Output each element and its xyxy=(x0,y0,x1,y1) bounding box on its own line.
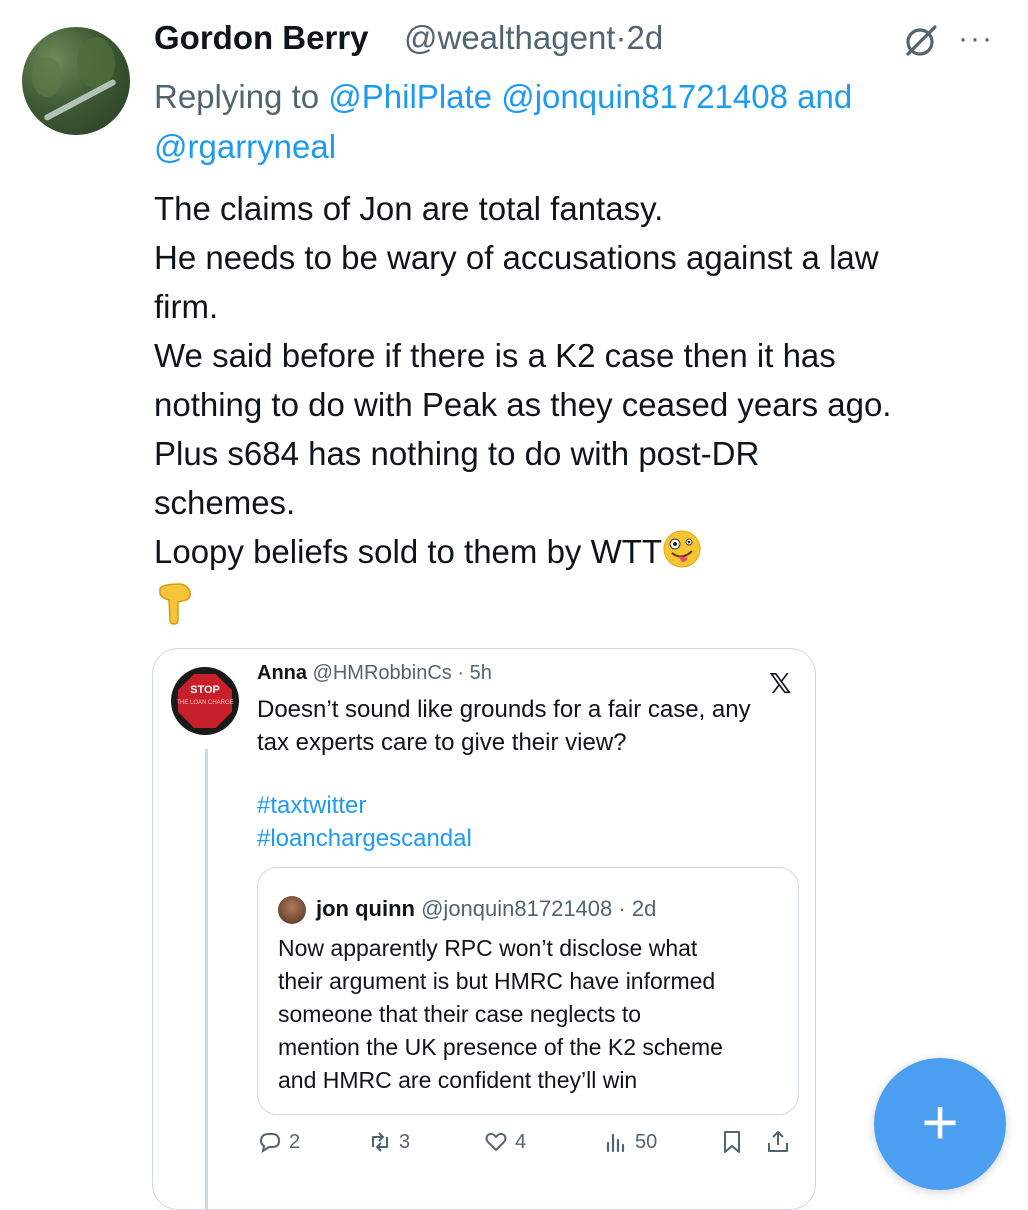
repost-icon xyxy=(372,1132,388,1152)
tweet-text: The claims of Jon are total fantasy. He … xyxy=(154,190,892,570)
mention-link[interactable]: @jonquin81721408 xyxy=(501,78,788,115)
like-button[interactable]: 4 xyxy=(483,1129,526,1155)
nested-header: jon quinn @jonquin81721408 · 2d xyxy=(316,896,657,921)
nested-handle[interactable]: @jonquin81721408 xyxy=(421,896,612,921)
reply-icon xyxy=(259,1133,281,1154)
hashtag-link[interactable]: #taxtwitter xyxy=(257,789,472,822)
nested-time: 2d xyxy=(631,896,657,921)
quoted-author-name[interactable]: Anna xyxy=(257,662,307,684)
quoted-handle[interactable]: @HMRobbinCs xyxy=(313,662,452,684)
quoted-time: 5h xyxy=(469,662,492,684)
tweet-time[interactable]: 2d xyxy=(626,19,663,56)
quoted-header: Anna @HMRobbinCs · 5h xyxy=(257,662,492,684)
avatar[interactable] xyxy=(278,896,306,924)
bookmark-button[interactable] xyxy=(719,1129,745,1155)
bookmark-icon xyxy=(724,1131,740,1153)
quoted-tweet-card[interactable]: STOP THE LOAN CHARGE Anna @HMRobbinCs · … xyxy=(152,648,816,1210)
author-handle[interactable]: @wealthagent xyxy=(404,19,615,56)
author-name[interactable]: Gordon Berry xyxy=(154,19,369,57)
thread-line xyxy=(205,749,208,1209)
action-bar: 2 3 4 50 xyxy=(257,1129,797,1169)
mention-link[interactable]: @PhilPlate xyxy=(328,78,492,115)
author-handle-time: @wealthagent·2d xyxy=(404,19,664,56)
more-options-icon[interactable]: ··· xyxy=(958,22,994,56)
reply-button[interactable]: 2 xyxy=(257,1129,300,1155)
and-others-link[interactable]: and xyxy=(797,78,852,115)
stop-loan-charge-avatar[interactable]: STOP THE LOAN CHARGE xyxy=(171,667,239,735)
repost-button[interactable]: 3 xyxy=(367,1129,410,1155)
plus-icon: + xyxy=(921,1086,959,1158)
nested-author-name[interactable]: jon quinn xyxy=(316,896,415,921)
zany-face-emoji xyxy=(663,530,701,568)
grok-icon[interactable] xyxy=(902,22,940,60)
quoted-text: Doesn’t sound like grounds for a fair ca… xyxy=(257,696,751,756)
nested-quoted-tweet[interactable]: jon quinn @jonquin81721408 · 2d Now appa… xyxy=(257,867,799,1115)
avatar[interactable] xyxy=(22,27,130,135)
pointing-down-emoji xyxy=(159,583,191,625)
compose-button[interactable]: + xyxy=(874,1058,1006,1190)
replying-to: Replying to @PhilPlate @jonquin81721408 … xyxy=(154,78,853,165)
views-icon xyxy=(606,1133,625,1153)
mention-link[interactable]: @rgarryneal xyxy=(154,128,336,165)
hashtags: #taxtwitter #loanchargescandal xyxy=(257,789,472,855)
hashtag-link[interactable]: #loanchargescandal xyxy=(257,822,472,855)
views-button[interactable]: 50 xyxy=(603,1129,657,1155)
share-icon xyxy=(768,1131,788,1152)
nested-text: Now apparently RPC won’t disclose what t… xyxy=(278,935,723,1093)
heart-icon xyxy=(485,1132,507,1151)
share-button[interactable] xyxy=(765,1129,791,1155)
